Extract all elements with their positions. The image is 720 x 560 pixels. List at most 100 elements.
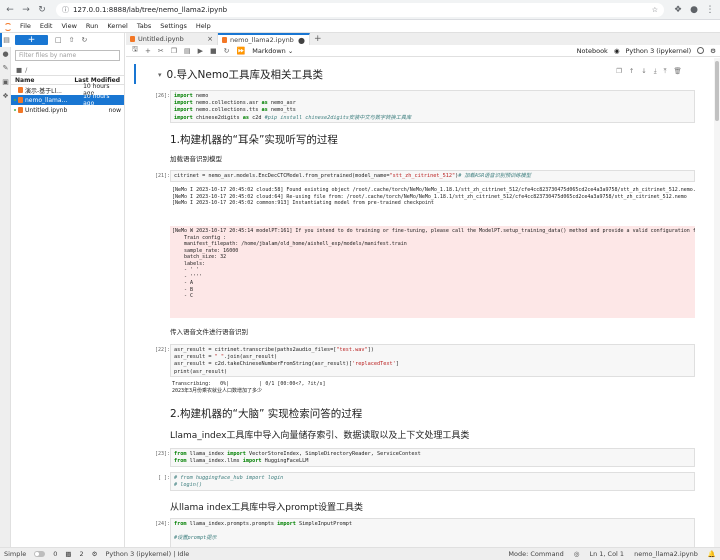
kernels-count[interactable]: 2 — [80, 550, 84, 558]
address-bar[interactable]: ⓘ 127.0.0.1:8888/lab/tree/nemo_llama2.ip… — [56, 2, 664, 17]
heading: 从llama index工具库中导入prompt设置工具类 — [170, 503, 364, 513]
code-editor[interactable]: # from huggingface_hub import login # lo… — [170, 472, 695, 491]
markdown-cell[interactable]: 加载语音识别模型 — [126, 153, 712, 163]
reload-icon[interactable]: ↻ — [36, 4, 48, 16]
back-icon[interactable]: ← — [4, 4, 16, 16]
stop-icon[interactable]: ■ — [210, 47, 217, 55]
kernel-name[interactable]: Python 3 (ipykernel) — [626, 47, 692, 55]
code-cell[interactable]: [21]: citrinet = nemo_asr.models.EncDecC… — [126, 170, 712, 320]
folder-icon[interactable]: ▤ — [0, 33, 11, 47]
execution-count: [ ]: — [157, 475, 170, 481]
markdown-cell[interactable]: ▾ 0.导入Nemo工具库及相关工具类 ❐ ↑ ↓ ⤓ ⤒ 🗑 — [126, 64, 712, 84]
notebook-view-label[interactable]: Notebook — [577, 47, 608, 55]
simple-mode-label: Simple — [4, 550, 27, 558]
menu-edit[interactable]: Edit — [40, 22, 53, 30]
insert-above-icon[interactable]: ⤓ — [654, 67, 657, 76]
markdown-cell[interactable]: 2.构建机器的“大脑” 实现检索问答的过程 — [126, 406, 712, 422]
upload-icon[interactable]: ⇧ — [69, 36, 75, 44]
markdown-cell[interactable]: 1.构建机器的“耳朵”实现听写的过程 — [126, 132, 712, 148]
code-editor[interactable]: from llama_index.prompts.prompts import … — [170, 518, 695, 547]
restart-icon[interactable]: ↻ — [224, 47, 230, 55]
tab-label: Untitled.ipynb — [138, 35, 184, 43]
copy-icon[interactable]: ❐ — [171, 47, 177, 55]
file-filter-input[interactable]: Filter files by name — [15, 50, 120, 61]
heading: 1.构建机器的“耳朵”实现听写的过程 — [170, 134, 338, 146]
collapse-icon[interactable]: ▾ — [158, 71, 162, 79]
execution-count: [24]: — [154, 521, 170, 527]
file-modified: 10 hours ago — [83, 93, 110, 107]
code-cell[interactable]: [23]: from llama_index import VectorStor… — [126, 448, 712, 468]
menu-help[interactable]: Help — [196, 22, 211, 30]
jupyter-logo-icon — [3, 21, 12, 31]
code-editor[interactable]: citrinet = nemo_asr.models.EncDecCTCMode… — [170, 170, 695, 182]
run-icon[interactable]: ▶ — [198, 47, 203, 55]
tab-nemo-llama2[interactable]: nemo_llama2.ipynb ● — [218, 33, 310, 45]
markdown-cell[interactable]: Llama_index工具库中导入向量储存索引、数据读取以及上下文处理工具类 — [126, 428, 712, 442]
notebook-scrollbar[interactable] — [714, 58, 720, 547]
settings-icon[interactable]: ⚙ — [710, 47, 716, 55]
restart-run-icon[interactable]: ⏩ — [237, 47, 246, 55]
notification-icon[interactable]: 🔔 — [708, 550, 716, 558]
refresh-icon[interactable]: ↻ — [82, 36, 88, 44]
extensions-icon[interactable]: ❖ — [0, 89, 11, 103]
file-row[interactable]: nemo_llama... 10 hours ago — [11, 93, 124, 107]
tab-label: nemo_llama2.ipynb — [230, 36, 294, 44]
cut-icon[interactable]: ✂ — [158, 47, 164, 55]
code-cell[interactable]: [ ]: # from huggingface_hub import login… — [126, 472, 712, 492]
duplicate-icon[interactable]: ❐ — [616, 67, 622, 76]
close-icon[interactable]: × — [207, 35, 213, 43]
cell-content: ▾ 0.导入Nemo工具库及相关工具类 — [158, 67, 683, 82]
cursor-position[interactable]: Ln 1, Col 1 — [589, 550, 624, 558]
insert-below-icon[interactable]: ⤒ — [664, 67, 667, 76]
scrollbar-thumb[interactable] — [715, 61, 719, 121]
code-editor[interactable]: asr_result = citrinet.transcribe(paths2a… — [170, 344, 695, 377]
simple-mode-toggle[interactable] — [34, 551, 46, 557]
move-up-icon[interactable]: ↑ — [629, 67, 634, 76]
menu-tabs[interactable]: Tabs — [137, 22, 151, 30]
menu-icon[interactable]: ⋮ — [704, 4, 716, 16]
star-icon[interactable]: ☆ — [652, 6, 658, 14]
info-icon: ⓘ — [62, 5, 69, 14]
move-down-icon[interactable]: ↓ — [641, 67, 646, 76]
code-cell[interactable]: [22]: asr_result = citrinet.transcribe(p… — [126, 344, 712, 399]
code-editor[interactable]: from llama_index import VectorStoreIndex… — [170, 448, 695, 467]
bug-icon[interactable]: ◉ — [614, 47, 620, 55]
menu-run[interactable]: Run — [86, 22, 98, 30]
new-launcher-button[interactable]: + — [15, 35, 48, 45]
paragraph: 传入语音文件进行语音识别 — [170, 328, 248, 336]
markdown-cell[interactable]: 传入语音文件进行语音识别 — [126, 326, 712, 336]
code-cell[interactable]: [24]: from llama_index.prompts.prompts i… — [126, 518, 712, 547]
tab-untitled[interactable]: Untitled.ipynb × — [126, 33, 218, 45]
paste-icon[interactable]: ▤ — [184, 47, 191, 55]
column-name-header[interactable]: Name — [15, 77, 34, 84]
extensions-icon[interactable]: ❖ — [672, 4, 684, 16]
notebook-icon — [18, 87, 23, 93]
tabs-icon[interactable]: ▣ — [0, 75, 11, 89]
menu-kernel[interactable]: Kernel — [107, 22, 127, 30]
profile-icon[interactable]: ● — [688, 4, 700, 16]
add-cell-icon[interactable]: + — [145, 47, 151, 55]
forward-icon[interactable]: → — [20, 4, 32, 16]
delete-icon[interactable]: 🗑 — [673, 67, 681, 76]
terminals-count[interactable]: 0 — [53, 550, 57, 558]
menu-file[interactable]: File — [20, 22, 31, 30]
commands-icon[interactable]: ✎ — [0, 61, 11, 75]
save-icon[interactable]: 🖫 — [132, 45, 138, 56]
menu-view[interactable]: View — [61, 22, 76, 30]
kernel-icon: ⚙ — [91, 550, 98, 558]
new-folder-icon[interactable]: □ — [55, 36, 62, 44]
paragraph: 加载语音识别模型 — [170, 155, 222, 163]
running-icon[interactable]: ● — [0, 47, 11, 61]
add-tab-button[interactable]: + — [310, 33, 326, 45]
code-editor[interactable]: import nemo import nemo.collections.asr … — [170, 90, 695, 123]
notebook-icon — [222, 37, 227, 43]
menu-settings[interactable]: Settings — [160, 22, 187, 30]
breadcrumb[interactable]: ■ / — [11, 64, 124, 75]
code-cell[interactable]: [26]: import nemo import nemo.collection… — [126, 90, 712, 124]
unsaved-dot-icon[interactable]: ● — [298, 36, 305, 45]
notebook-icon — [130, 36, 135, 42]
home-folder-icon[interactable]: ■ — [16, 66, 22, 74]
cell-type-select[interactable]: Markdown ⌄ — [252, 47, 293, 55]
kernel-status[interactable]: Python 3 (ipykernel) | Idle — [105, 550, 189, 558]
markdown-cell[interactable]: 从llama index工具库中导入prompt设置工具类 — [126, 500, 712, 514]
